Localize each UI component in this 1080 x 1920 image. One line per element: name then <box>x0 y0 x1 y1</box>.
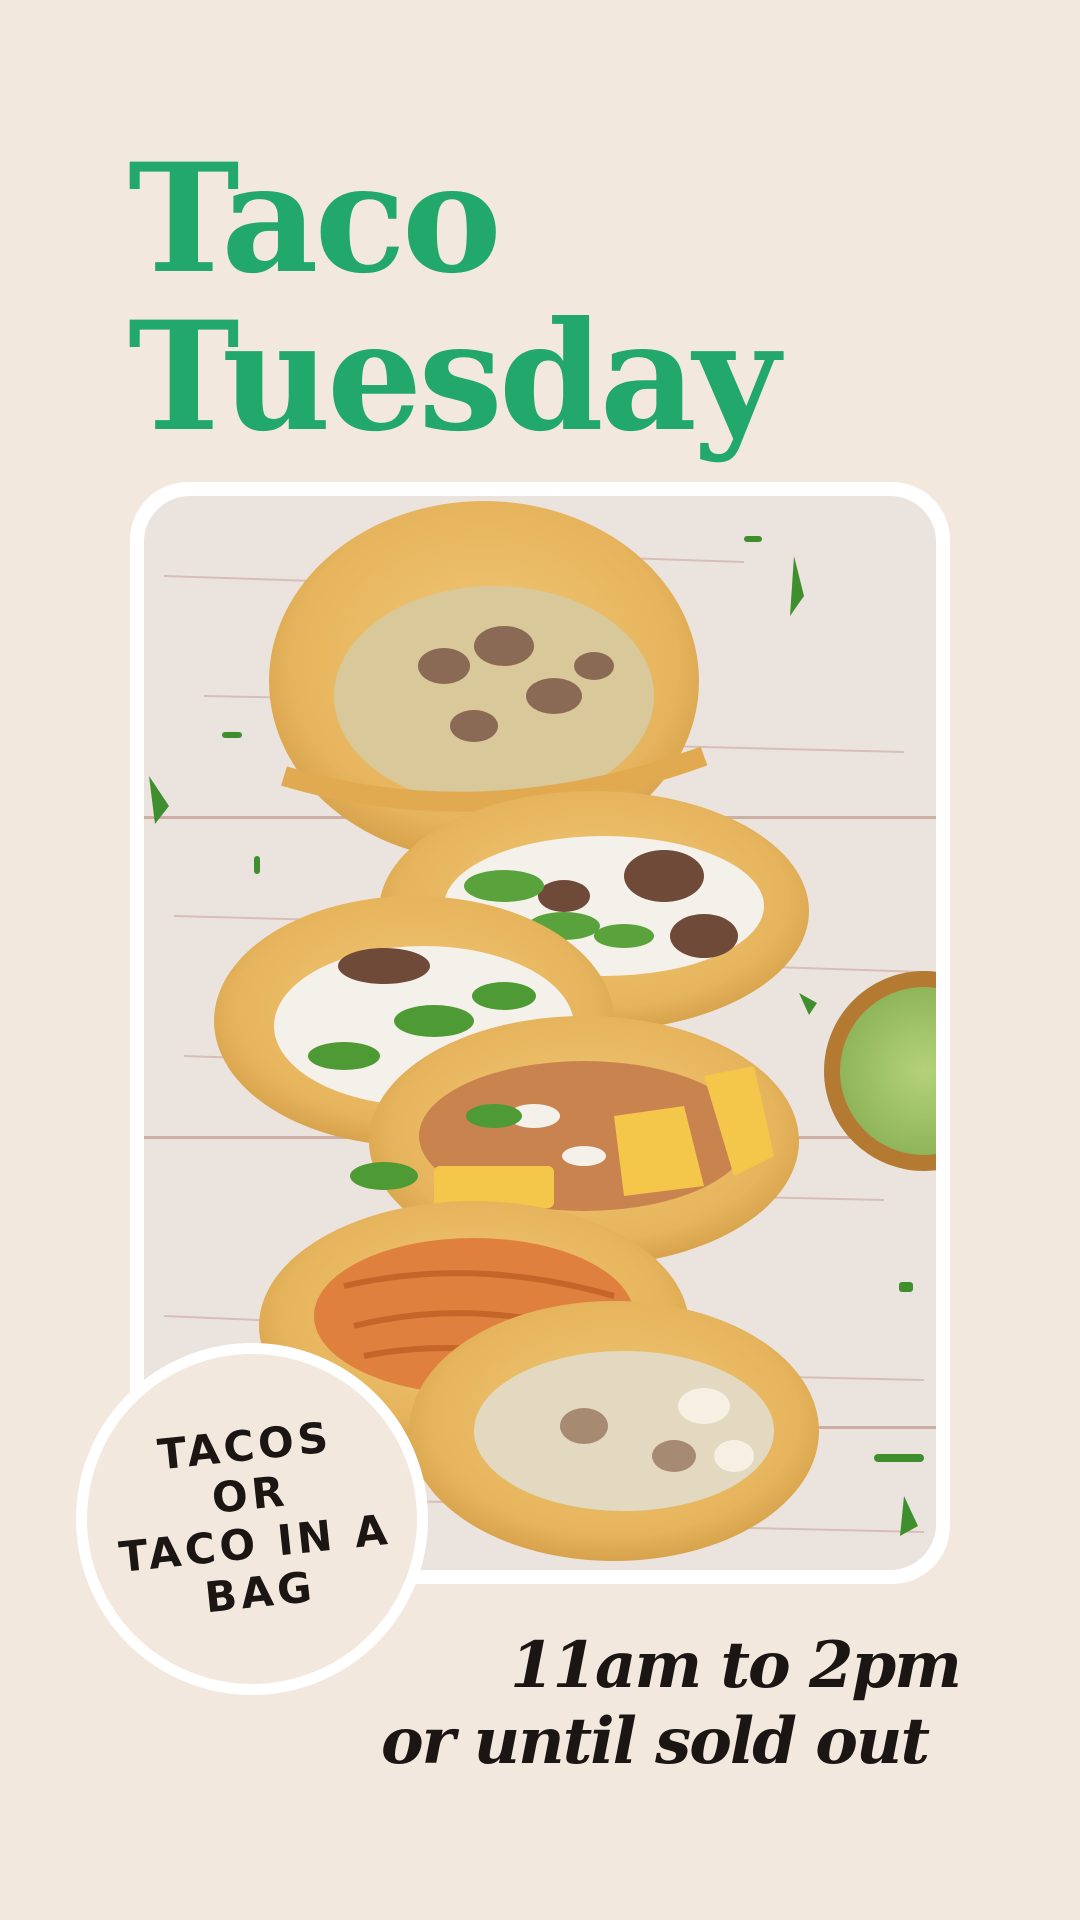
badge-text: TACOS OR TACO IN A BAG <box>106 1407 398 1630</box>
title-line-1: Taco <box>128 131 502 307</box>
hours-line-2: or until sold out <box>380 1704 930 1779</box>
hours-line-1: 11am to 2pm <box>509 1628 962 1703</box>
title-line-2: Tuesday <box>128 289 780 465</box>
hours-text: 11am to 2pm or until sold out <box>380 1628 962 1780</box>
menu-badge: TACOS OR TACO IN A BAG <box>76 1343 428 1695</box>
poster-title: Taco Tuesday <box>128 131 780 465</box>
